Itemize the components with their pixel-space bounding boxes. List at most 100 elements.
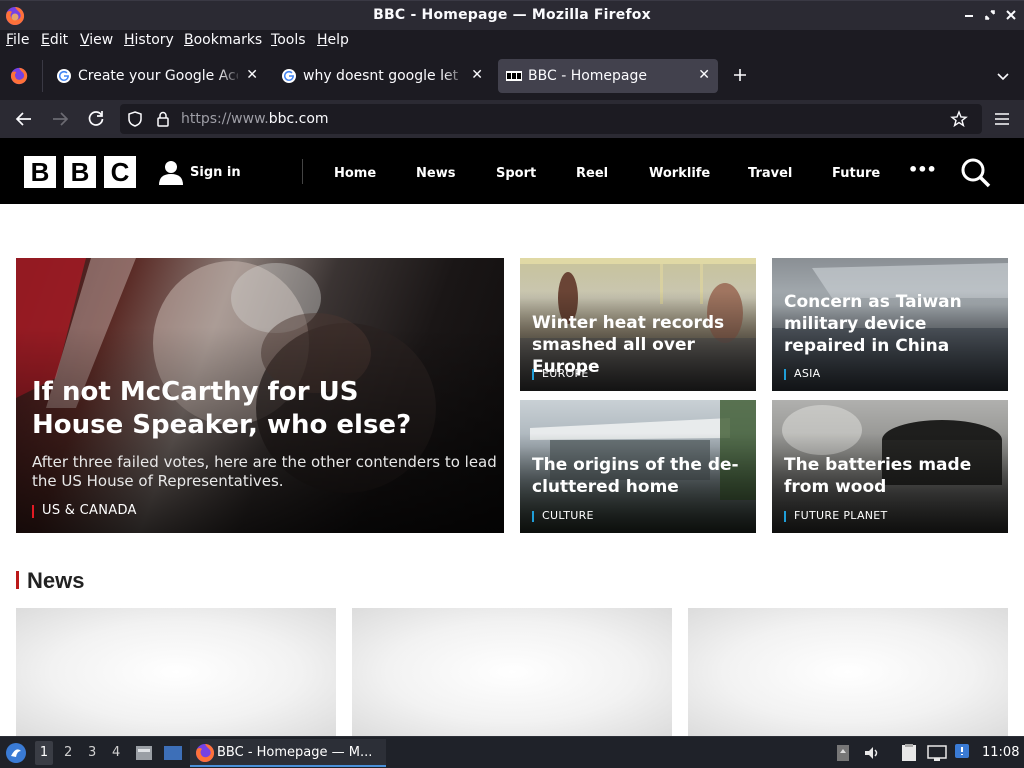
- reload-button[interactable]: [84, 107, 108, 131]
- tab-google-search[interactable]: why doesnt google let m ✕: [273, 59, 491, 93]
- hero-headline[interactable]: If not McCarthy for US House Speaker, wh…: [32, 376, 452, 442]
- taskbar-firefox-window[interactable]: BBC - Homepage — M...: [190, 739, 386, 767]
- bbc-icon: [506, 71, 522, 81]
- back-button[interactable]: [12, 107, 36, 131]
- shield-icon[interactable]: [126, 110, 144, 128]
- google-icon: [57, 69, 71, 83]
- story-card[interactable]: Concern as Taiwan military device repair…: [772, 258, 1008, 391]
- menu-access-key: B: [184, 32, 194, 48]
- updates-icon[interactable]: [952, 741, 974, 763]
- tab-google-account[interactable]: Create your Google Acco ✕: [48, 59, 266, 93]
- nav-news[interactable]: News: [416, 166, 455, 181]
- nav-travel[interactable]: Travel: [748, 166, 792, 181]
- menu-history[interactable]: History: [124, 32, 174, 48]
- hamburger-menu-icon: [995, 113, 1009, 125]
- story-headline[interactable]: The batteries made from wood: [784, 454, 998, 498]
- nav-home[interactable]: Home: [334, 166, 376, 181]
- clipboard-tray-icon[interactable]: [834, 743, 852, 763]
- bookmark-star-icon[interactable]: [950, 110, 968, 128]
- volume-icon[interactable]: [862, 743, 882, 763]
- tab-bbc-homepage[interactable]: BBC - Homepage ✕: [498, 59, 718, 93]
- news-card-placeholder[interactable]: [688, 608, 1008, 736]
- nav-future[interactable]: Future: [832, 166, 880, 181]
- tab-label: why doesnt google let m: [303, 68, 463, 84]
- hero-story-card[interactable]: If not McCarthy for US House Speaker, wh…: [16, 258, 504, 533]
- menu-view[interactable]: View: [80, 32, 113, 48]
- search-icon[interactable]: [960, 157, 992, 189]
- story-headline[interactable]: The origins of the de-cluttered home: [532, 454, 746, 498]
- menu-access-key: F: [6, 32, 14, 48]
- close-window-button[interactable]: [1004, 8, 1018, 22]
- story-tag[interactable]: EUROPE: [532, 367, 589, 380]
- menu-tools[interactable]: Tools: [271, 32, 306, 48]
- app-menu-button[interactable]: [990, 107, 1014, 131]
- story-tag[interactable]: CULTURE: [532, 509, 594, 522]
- url-prefix: https://www.: [181, 111, 269, 127]
- menu-edit[interactable]: Edit: [41, 32, 68, 48]
- list-all-tabs-button[interactable]: [995, 68, 1011, 88]
- bbc-logo-letter[interactable]: B: [24, 156, 56, 188]
- nav-worklife[interactable]: Worklife: [649, 166, 710, 181]
- lock-icon[interactable]: [154, 110, 172, 128]
- firefox-view-icon[interactable]: [10, 67, 28, 85]
- menu-access-key: T: [271, 32, 278, 48]
- show-desktop-icon[interactable]: [162, 743, 184, 763]
- sign-in-label: Sign in: [190, 165, 241, 180]
- tab-bar: Create your Google Acco ✕ why doesnt goo…: [0, 52, 1024, 100]
- tab-close-icon[interactable]: ✕: [698, 67, 710, 83]
- story-card[interactable]: Winter heat records smashed all over Eur…: [520, 258, 756, 391]
- tab-close-icon[interactable]: ✕: [471, 67, 483, 83]
- hero-tag[interactable]: US & CANADA: [32, 503, 137, 518]
- menu-access-key: H: [124, 32, 135, 48]
- bbc-logo-letter[interactable]: B: [64, 156, 96, 188]
- forward-button[interactable]: [48, 107, 72, 131]
- start-menu-icon[interactable]: [5, 742, 27, 764]
- notes-tray-icon[interactable]: [898, 742, 920, 764]
- url-domain: bbc.com: [268, 111, 329, 127]
- nav-reel[interactable]: Reel: [576, 166, 608, 181]
- url-bar[interactable]: https://www.bbc.com: [120, 104, 982, 134]
- new-tab-button[interactable]: [731, 66, 749, 86]
- header-divider: [302, 159, 303, 184]
- reload-icon: [88, 111, 104, 126]
- task-label: BBC - Homepage — M...: [217, 745, 373, 760]
- more-menu-button[interactable]: •••: [908, 160, 937, 179]
- workspace-2[interactable]: 2: [64, 745, 72, 760]
- url-text[interactable]: https://www.bbc.com: [181, 111, 329, 127]
- bbc-header: B B C Sign in Home News Sport Reel Workl…: [0, 138, 1024, 204]
- tab-close-icon[interactable]: ✕: [246, 67, 258, 83]
- file-manager-icon[interactable]: [134, 743, 154, 763]
- story-headline[interactable]: Concern as Taiwan military device repair…: [784, 291, 998, 357]
- back-arrow-icon: [15, 112, 31, 126]
- news-card-placeholder[interactable]: [352, 608, 672, 736]
- window-titlebar: BBC - Homepage — Mozilla Firefox: [0, 0, 1024, 30]
- minimize-button[interactable]: [962, 8, 976, 22]
- navigation-toolbar: https://www.bbc.com: [0, 100, 1024, 138]
- restore-icon: [985, 10, 995, 20]
- menu-access-key: E: [41, 32, 50, 48]
- restore-button[interactable]: [983, 8, 997, 22]
- chevron-down-icon: [997, 73, 1009, 81]
- clock[interactable]: 11:08: [982, 745, 1019, 760]
- tab-label: BBC - Homepage: [528, 68, 647, 84]
- story-card[interactable]: The origins of the de-cluttered home CUL…: [520, 400, 756, 533]
- story-card[interactable]: The batteries made from wood FUTURE PLAN…: [772, 400, 1008, 533]
- hero-summary: After three failed votes, here are the o…: [32, 453, 497, 490]
- plus-icon: [734, 69, 746, 81]
- forward-arrow-icon: [53, 112, 69, 126]
- news-card-placeholder[interactable]: [16, 608, 336, 736]
- menu-help[interactable]: Help: [317, 32, 349, 48]
- menu-file[interactable]: File: [6, 32, 29, 48]
- user-icon: [159, 161, 183, 185]
- google-icon: [282, 69, 296, 83]
- workspace-4[interactable]: 4: [112, 745, 120, 760]
- story-tag[interactable]: ASIA: [784, 367, 820, 380]
- nav-sport[interactable]: Sport: [496, 166, 536, 181]
- story-tag[interactable]: FUTURE PLANET: [784, 509, 888, 522]
- bbc-logo-letter[interactable]: C: [104, 156, 136, 188]
- menu-bar: File Edit View History Bookmarks Tools H…: [0, 30, 1024, 52]
- network-icon[interactable]: [926, 743, 948, 763]
- menu-bookmarks[interactable]: Bookmarks: [184, 32, 262, 48]
- workspace-1[interactable]: 1: [35, 741, 53, 765]
- workspace-3[interactable]: 3: [88, 745, 96, 760]
